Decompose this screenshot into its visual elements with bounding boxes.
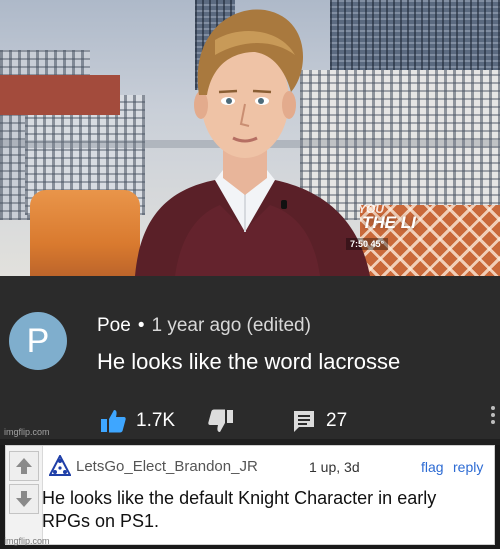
- tv-logo-main-text: THE LI: [362, 213, 416, 232]
- replies-button[interactable]: 27: [292, 409, 347, 433]
- tv-screenshot-photo: YOU THE LI 7:50 45°: [0, 0, 500, 276]
- tv-station-logo: YOU THE LI 7:50 45°: [338, 200, 426, 258]
- comment-icon: [294, 411, 314, 432]
- like-count: 1.7K: [136, 410, 176, 431]
- more-vertical-icon[interactable]: [491, 406, 495, 427]
- vote-column: [6, 446, 43, 544]
- upvote-button[interactable]: [9, 451, 39, 481]
- reply-points: 1 up, 3d: [309, 459, 360, 475]
- thumbs-down-icon: [208, 409, 233, 432]
- tv-time-temperature: 7:50 45°: [346, 238, 389, 250]
- like-button[interactable]: 1.7K: [100, 409, 175, 433]
- comment-timestamp[interactable]: 1 year ago (edited): [151, 315, 311, 336]
- separator-dot: •: [137, 315, 145, 336]
- reply-comment-card: LetsGo_Elect_Brandon_JR 1 up, 3d flag re…: [5, 445, 495, 545]
- avatar-letter: P: [26, 321, 50, 360]
- reply-count: 27: [326, 410, 348, 431]
- comment-header: Poe • 1 year ago (edited): [97, 315, 311, 337]
- arrow-down-icon: [16, 491, 32, 507]
- reply-username[interactable]: LetsGo_Elect_Brandon_JR: [76, 458, 258, 475]
- arrow-up-icon: [16, 458, 32, 474]
- reply-text: He looks like the default Knight Charact…: [42, 488, 437, 531]
- watermark: imgflip.com: [4, 427, 50, 437]
- reply-link[interactable]: reply: [453, 459, 483, 475]
- thumbs-up-icon: [101, 410, 126, 433]
- flag-link[interactable]: flag: [421, 459, 444, 475]
- avatar[interactable]: P: [9, 312, 67, 370]
- watermark: imgflip.com: [4, 536, 50, 546]
- youtube-comment-card: P Poe • 1 year ago (edited) He looks like …: [0, 276, 500, 439]
- comment-author[interactable]: Poe: [97, 315, 131, 336]
- dislike-button[interactable]: [208, 409, 234, 433]
- downvote-button[interactable]: [9, 484, 39, 514]
- comment-text: He looks like the word lacrosse: [97, 349, 401, 374]
- triangle-badge-icon: [49, 455, 71, 476]
